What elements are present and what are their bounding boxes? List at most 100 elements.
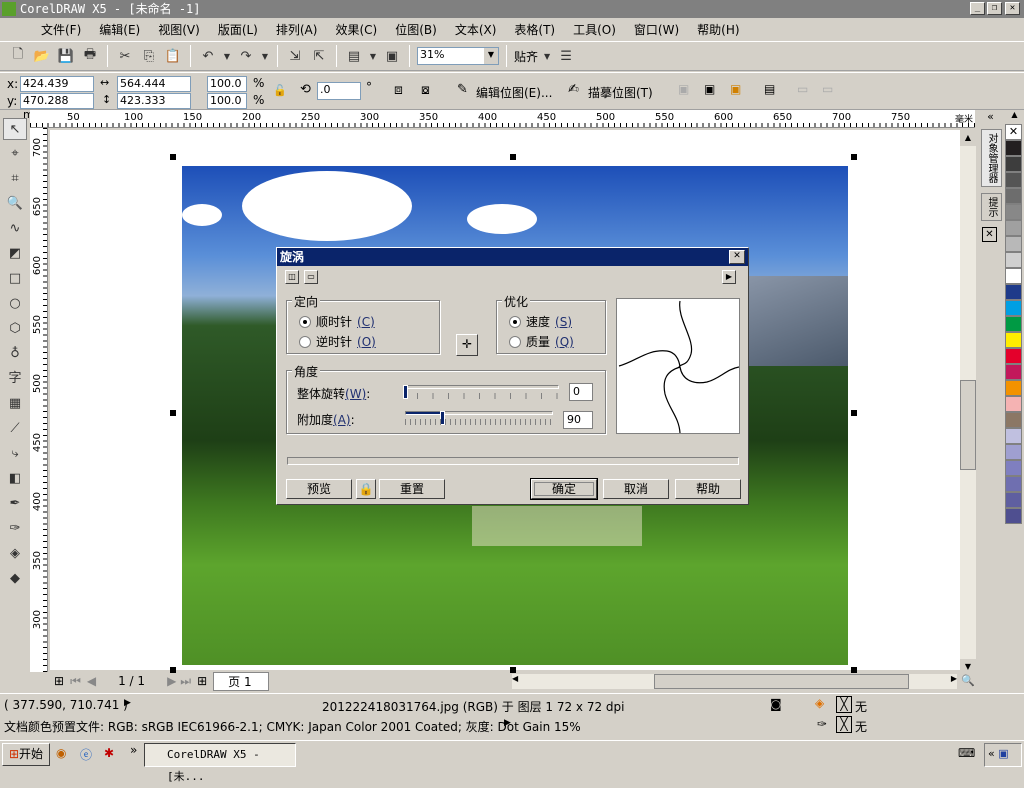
text-tool-icon[interactable]: 字	[3, 368, 27, 390]
color-swatch[interactable]	[1005, 300, 1022, 316]
menu-window[interactable]: 窗口(W)	[625, 21, 688, 38]
color-swatch[interactable]	[1005, 316, 1022, 332]
polygon-tool-icon[interactable]: ⬡	[3, 318, 27, 340]
save-icon[interactable]: 💾	[56, 46, 76, 66]
to-front-icon[interactable]: ▭	[797, 82, 808, 96]
bitmap-color-mask-icon[interactable]: ▣	[730, 82, 741, 96]
color-swatch[interactable]	[1005, 364, 1022, 380]
radio-dot[interactable]	[299, 315, 311, 328]
trace-bitmap-icon[interactable]: ✍	[568, 82, 579, 97]
docker-tab-object-manager[interactable]: 对象管理器	[981, 129, 1002, 187]
connector-tool-icon[interactable]: ⤷	[3, 443, 27, 465]
quicklaunch-more-icon[interactable]: »	[130, 743, 137, 757]
taskbar-coreldraw-button[interactable]: CorelDRAW X5 - [未...	[144, 743, 296, 783]
color-swatch[interactable]	[1005, 268, 1022, 284]
menu-layout[interactable]: 版面(L)	[209, 21, 267, 38]
blend-tool-icon[interactable]: ◧	[3, 468, 27, 490]
dimension-tool-icon[interactable]: ⟋	[3, 418, 27, 440]
open-icon[interactable]: 📂	[32, 46, 52, 66]
color-swatch[interactable]	[1005, 412, 1022, 428]
menu-file[interactable]: 文件(F)	[32, 21, 90, 38]
scroll-right-icon[interactable]: ▶	[951, 674, 957, 683]
color-swatch[interactable]	[1005, 220, 1022, 236]
zoom-tool-icon[interactable]: 🔍	[3, 193, 27, 215]
welcome-screen-icon[interactable]: ▣	[382, 46, 402, 66]
launcher-dropdown-icon[interactable]: ▼	[368, 46, 378, 66]
horizontal-scrollbar[interactable]: ◀ ▶	[512, 674, 957, 689]
snap-dropdown-icon[interactable]: ▼	[542, 46, 552, 66]
mirror-horizontal-icon[interactable]: ⧈	[394, 82, 403, 98]
docker-close-icon[interactable]: ✕	[982, 227, 997, 242]
expand-arrow-icon[interactable]: ▶	[124, 698, 131, 708]
whole-rotation-input[interactable]: 0	[569, 383, 593, 401]
cancel-button[interactable]: 取消	[603, 479, 669, 499]
lock-ratio-icon[interactable]: 🔓	[273, 84, 287, 97]
start-button[interactable]: ⊞开始	[2, 743, 50, 766]
color-swatch[interactable]	[1005, 252, 1022, 268]
vertical-ruler[interactable]: 700 650 600 550 500 450 400 350 300	[30, 128, 48, 672]
fill-tool-icon[interactable]: ◈	[3, 543, 27, 565]
basic-shapes-icon[interactable]: ♁	[3, 343, 27, 365]
page-tab[interactable]: 页 1	[213, 671, 269, 691]
next-page-icon[interactable]: ▶	[167, 674, 176, 688]
whole-rotation-slider[interactable]	[403, 385, 408, 399]
palette-scroll-up-icon[interactable]: ▲	[1005, 110, 1024, 124]
speed-radio[interactable]: 速度 (S)	[509, 313, 572, 330]
dialog-close-button[interactable]: ✕	[729, 250, 745, 264]
y-position-input[interactable]: 470.288 mm	[20, 93, 94, 121]
no-color-swatch[interactable]: ✕	[1005, 124, 1022, 140]
new-icon[interactable]: 🗋	[8, 46, 28, 66]
color-swatch[interactable]	[1005, 492, 1022, 508]
undo-dropdown-icon[interactable]: ▼	[222, 46, 232, 66]
snap-to-menu[interactable]: 贴齐	[514, 48, 538, 65]
redo-dropdown-icon[interactable]: ▼	[260, 46, 270, 66]
selection-handle[interactable]	[510, 154, 516, 160]
chevron-down-icon[interactable]: ▼	[484, 48, 498, 64]
clockwise-radio[interactable]: 顺时针 (C)	[299, 313, 375, 330]
color-swatch[interactable]	[1005, 172, 1022, 188]
color-swatch[interactable]	[1005, 332, 1022, 348]
table-tool-icon[interactable]: ▦	[3, 393, 27, 415]
options-checklist-icon[interactable]: ☰	[556, 46, 576, 66]
x-position-input[interactable]: 424.439 mm	[20, 76, 94, 104]
color-swatch[interactable]	[1005, 156, 1022, 172]
color-swatch[interactable]	[1005, 284, 1022, 300]
height-input[interactable]: 423.333 mm	[117, 93, 191, 121]
lock-preview-icon[interactable]: 🔒	[356, 479, 376, 499]
zoom-level-select[interactable]: 31% ▼	[417, 47, 499, 65]
tray-expand-icon[interactable]: «	[988, 747, 995, 760]
fill-none-swatch[interactable]: ╳	[836, 696, 852, 713]
interactive-fill-icon[interactable]: ◆	[3, 568, 27, 590]
media-player-icon[interactable]: ◉	[56, 746, 66, 760]
wrap-text-icon[interactable]: ▤	[764, 82, 775, 96]
width-input[interactable]: 564.444 mm	[117, 76, 191, 104]
radio-dot[interactable]	[509, 335, 521, 348]
scrollbar-thumb[interactable]	[654, 674, 909, 689]
import-icon[interactable]: ⇲	[285, 46, 305, 66]
vertical-scrollbar[interactable]: ▲ ▼	[960, 130, 976, 675]
rotation-angle-input[interactable]: .0	[317, 82, 361, 100]
color-swatch[interactable]	[1005, 380, 1022, 396]
dual-preview-button[interactable]: ◫	[285, 270, 299, 284]
paste-icon[interactable]: 📋	[163, 46, 183, 66]
scroll-down-icon[interactable]: ▼	[960, 659, 976, 675]
mirror-vertical-icon[interactable]: ⧇	[421, 82, 430, 98]
radio-dot[interactable]	[509, 315, 521, 328]
last-page-icon[interactable]: ⏭	[180, 674, 191, 689]
trace-bitmap-button[interactable]: 描摹位图(T)	[588, 84, 653, 101]
color-swatch[interactable]	[1005, 508, 1022, 524]
menu-help[interactable]: 帮助(H)	[688, 21, 748, 38]
application-launcher-icon[interactable]: ▤	[344, 46, 364, 66]
scroll-left-icon[interactable]: ◀	[512, 674, 518, 683]
additional-degrees-track[interactable]	[405, 411, 553, 415]
shape-tool-icon[interactable]: ⌖	[3, 143, 27, 165]
selection-handle[interactable]	[170, 410, 176, 416]
menu-view[interactable]: 视图(V)	[149, 21, 209, 38]
color-swatch[interactable]	[1005, 204, 1022, 220]
color-swatch[interactable]	[1005, 140, 1022, 156]
crop-tool-icon[interactable]: ⌗	[3, 168, 27, 190]
ie-icon[interactable]: ⓔ	[80, 746, 92, 763]
color-swatch[interactable]	[1005, 428, 1022, 444]
edit-bitmap-button[interactable]: 编辑位图(E)...	[476, 84, 552, 101]
menu-tools[interactable]: 工具(O)	[564, 21, 625, 38]
